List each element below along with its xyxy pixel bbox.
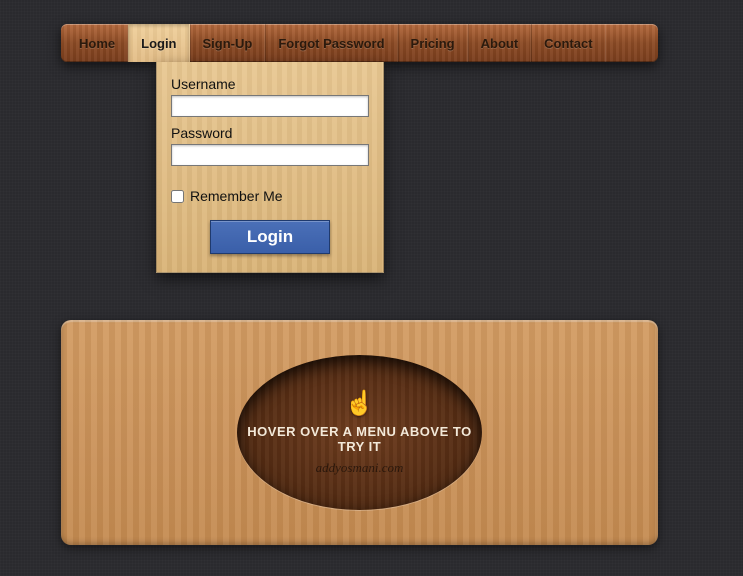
- hover-instruction: Hover over a menu above to try it: [237, 424, 482, 454]
- nav-item-forgot[interactable]: Forgot Password: [265, 24, 397, 62]
- nav-item-about[interactable]: About: [468, 24, 532, 62]
- remember-label: Remember Me: [190, 188, 283, 204]
- nav-item-login[interactable]: Login: [128, 24, 189, 62]
- pointer-icon: ☝: [345, 389, 375, 418]
- username-label: Username: [171, 76, 369, 92]
- password-input[interactable]: [171, 144, 369, 166]
- main-nav: Home Login Sign-Up Forgot Password Prici…: [61, 24, 658, 62]
- nav-item-contact[interactable]: Contact: [531, 24, 605, 62]
- login-button[interactable]: Login: [210, 220, 330, 254]
- info-panel: ☝ Hover over a menu above to try it addy…: [61, 320, 658, 545]
- remember-checkbox[interactable]: [171, 190, 184, 203]
- username-input[interactable]: [171, 95, 369, 117]
- nav-item-home[interactable]: Home: [67, 24, 128, 62]
- credit-text: addyosmani.com: [316, 460, 404, 476]
- nav-item-pricing[interactable]: Pricing: [398, 24, 468, 62]
- login-dropdown: Username Password Remember Me Login: [156, 62, 384, 273]
- info-oval: ☝ Hover over a menu above to try it addy…: [237, 355, 482, 510]
- password-label: Password: [171, 125, 369, 141]
- nav-item-signup[interactable]: Sign-Up: [190, 24, 266, 62]
